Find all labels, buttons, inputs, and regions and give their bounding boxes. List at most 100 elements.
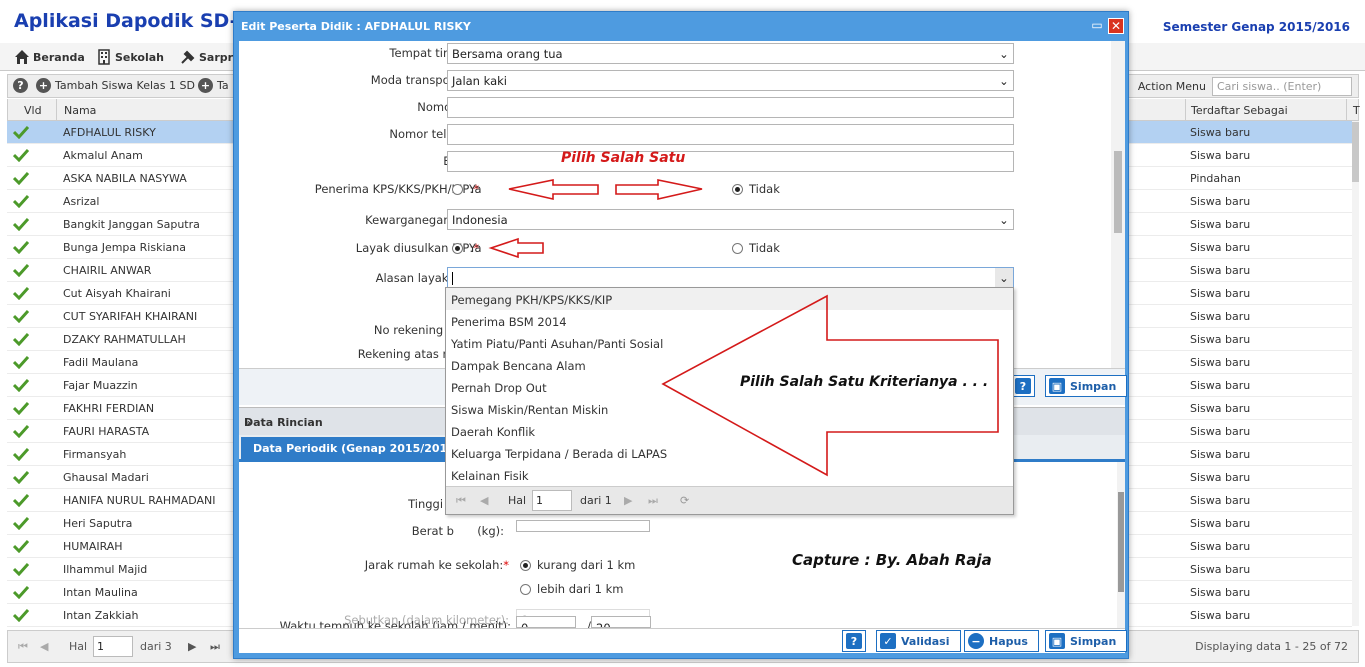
dropdown-option[interactable]: Daerah Konflik	[446, 420, 1013, 442]
student-status: Siswa baru	[1190, 241, 1251, 254]
last-page-icon[interactable]: ⏭	[648, 494, 658, 508]
kps-ya-label: Ya	[469, 182, 482, 196]
hapus-button[interactable]: − Hapus	[964, 630, 1039, 652]
col-extra[interactable]: T	[1353, 104, 1360, 117]
grid-scroll-thumb[interactable]	[1352, 122, 1359, 182]
grid-scrollbar[interactable]	[1352, 121, 1359, 626]
tempat-tinggal-value: Bersama orang tua	[452, 47, 563, 61]
pip-label: Layak diusulkan PIP:*	[355, 241, 479, 255]
chevron-down-icon[interactable]: ⌄	[995, 71, 1013, 90]
col-vld[interactable]: Vld	[24, 104, 42, 117]
col-nama[interactable]: Nama	[64, 104, 96, 117]
jarak-lebih-radio[interactable]: lebih dari 1 km	[520, 582, 623, 596]
pip-tidak-radio[interactable]: Tidak	[732, 241, 780, 255]
dropdown-option[interactable]: Dampak Bencana Alam	[446, 354, 1013, 376]
menit-input[interactable]: 20	[591, 616, 651, 628]
telepon-input[interactable]	[447, 124, 1014, 145]
student-name: Cut Aisyah Khairani	[63, 287, 171, 300]
help-button[interactable]: ?	[13, 78, 28, 93]
alasan-dropdown-list: Pemegang PKH/KPS/KKS/KIP Penerima BSM 201…	[445, 287, 1014, 515]
valid-check-icon	[13, 585, 29, 599]
close-icon[interactable]: ✕	[1108, 18, 1124, 34]
minimize-icon[interactable]: ▭	[1090, 19, 1104, 33]
simpan-button[interactable]: ▣ Simpan	[1045, 630, 1128, 652]
simpan-label: Simpan	[1070, 634, 1117, 648]
student-name: Asrizal	[63, 195, 100, 208]
berat-label: Berat b	[411, 524, 454, 538]
radio-icon	[452, 183, 463, 195]
dropdown-option[interactable]: Yatim Piatu/Panti Asuhan/Panti Sosial	[446, 332, 1013, 354]
dropdown-option[interactable]: Kelainan Fisik	[446, 464, 1013, 486]
valid-check-icon	[13, 447, 29, 461]
first-page-icon[interactable]: ⏮	[456, 494, 466, 508]
jam-input[interactable]: 0	[516, 616, 576, 628]
tab-data-periodik[interactable]: Data Periodik (Genap 2015/2016)	[241, 437, 472, 462]
moda-value: Jalan kaki	[452, 74, 507, 88]
student-name: CUT SYARIFAH KHAIRANI	[63, 310, 198, 323]
next-page-icon[interactable]: ▶	[188, 640, 196, 653]
valid-check-icon	[13, 562, 29, 576]
moda-select[interactable]: Jalan kaki ⌄	[447, 70, 1014, 91]
valid-check-icon	[13, 493, 29, 507]
dropdown-page-input[interactable]: 1	[532, 490, 572, 511]
dropdown-option[interactable]: Penerima BSM 2014	[446, 310, 1013, 332]
telepon-label: Nomor telepon:	[389, 127, 479, 141]
kps-ya-radio[interactable]: Ya	[452, 182, 482, 196]
prev-page-icon[interactable]: ◀	[40, 640, 48, 653]
berat-input[interactable]	[516, 520, 650, 532]
save-button[interactable]: ▣ Simpan	[1045, 375, 1128, 397]
moda-label: Moda transportasi:	[370, 73, 479, 87]
jarak-kurang-radio[interactable]: kurang dari 1 km	[520, 558, 635, 572]
student-name: HUMAIRAH	[63, 540, 123, 553]
kewarganegaraan-select[interactable]: Indonesia ⌄	[447, 209, 1014, 230]
dropdown-option[interactable]: Keluarga Terpidana / Berada di LAPAS	[446, 442, 1013, 464]
prev-page-icon[interactable]: ◀	[480, 494, 488, 507]
student-name: Fadil Maulana	[63, 356, 139, 369]
col-terdaftar[interactable]: Terdaftar Sebagai	[1191, 104, 1288, 117]
kps-tidak-label: Tidak	[749, 182, 780, 196]
kps-tidak-radio[interactable]: Tidak	[732, 182, 780, 196]
chevron-down-icon[interactable]: ⌄	[995, 268, 1013, 287]
student-status: Siswa baru	[1190, 310, 1251, 323]
student-name: Fajar Muazzin	[63, 379, 138, 392]
form-scroll-thumb[interactable]	[1114, 151, 1122, 233]
first-page-icon[interactable]: ⏮	[18, 640, 28, 654]
hapus-label: Hapus	[989, 634, 1028, 648]
alasan-select[interactable]: ⌄	[447, 267, 1014, 288]
alasan-label: Alasan layak PIP:*	[239, 271, 479, 285]
student-status: Siswa baru	[1190, 563, 1251, 576]
tools-icon	[181, 50, 195, 64]
check-icon: ✓	[880, 633, 896, 649]
help-button[interactable]: ?	[842, 630, 866, 652]
valid-check-icon	[13, 194, 29, 208]
next-page-icon[interactable]: ▶	[624, 494, 632, 507]
help-button[interactable]: ?	[1011, 375, 1035, 397]
student-name: Bangkit Janggan Saputra	[63, 218, 200, 231]
nav-sekolah-button[interactable]: Sekolah	[96, 47, 164, 67]
add-student-button[interactable]: + Tambah Siswa Kelas 1 SD	[36, 78, 195, 93]
search-input[interactable]: Cari siswa.. (Enter)	[1212, 77, 1352, 96]
validasi-button[interactable]: ✓ Validasi	[876, 630, 961, 652]
action-menu-button[interactable]: Action Menu	[1138, 80, 1206, 93]
student-name: HANIFA NURUL RAHMADANI	[63, 494, 216, 507]
chevron-down-icon[interactable]: ⌄	[995, 210, 1013, 229]
periodik-scroll-thumb[interactable]	[1118, 492, 1124, 592]
student-name: Ilhammul Majid	[63, 563, 148, 576]
last-page-icon[interactable]: ⏭	[210, 640, 220, 654]
student-status: Siswa baru	[1190, 126, 1251, 139]
hp-label: Nomor HP:	[417, 100, 479, 114]
valid-check-icon	[13, 309, 29, 323]
hp-input[interactable]	[447, 97, 1014, 118]
dropdown-option[interactable]: Pemegang PKH/KPS/KKS/KIP	[446, 288, 1013, 310]
chevron-down-icon[interactable]: ⌄	[995, 44, 1013, 63]
valid-check-icon	[13, 171, 29, 185]
tempat-tinggal-select[interactable]: Bersama orang tua ⌄	[447, 43, 1014, 64]
add-other-button[interactable]: + Ta	[198, 78, 229, 93]
atas-nama-label: Rekening atas nama:	[357, 347, 479, 361]
page-input[interactable]: 1	[93, 636, 133, 657]
nav-beranda-button[interactable]: Beranda	[14, 47, 85, 67]
email-input[interactable]	[447, 151, 1014, 172]
dropdown-option[interactable]: Siswa Miskin/Rentan Miskin	[446, 398, 1013, 420]
refresh-icon[interactable]: ⟳	[680, 494, 689, 507]
pip-ya-radio[interactable]: Ya	[452, 241, 482, 255]
